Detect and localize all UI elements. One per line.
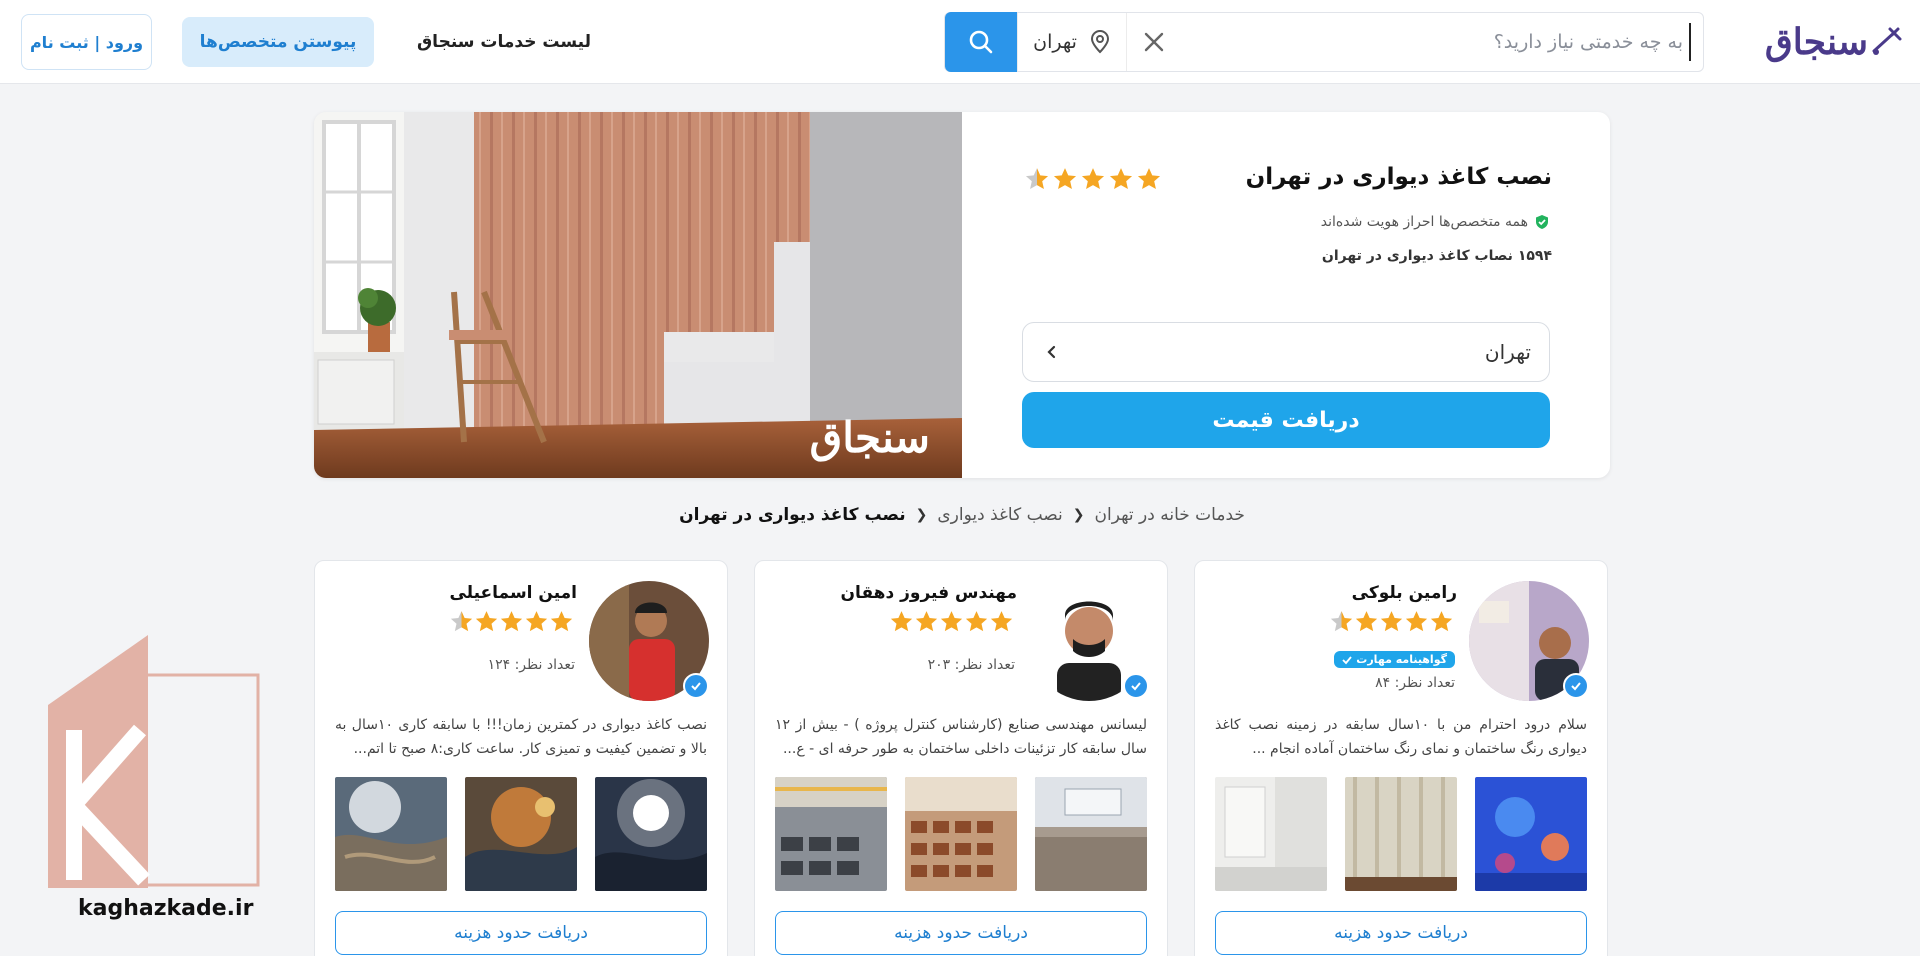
star-icon — [1405, 611, 1428, 632]
breadcrumb-item[interactable]: خدمات خانه در تهران — [1094, 505, 1244, 525]
city-select-value: تهران — [1484, 340, 1531, 364]
portfolio-photos — [775, 777, 1147, 891]
city-label: تهران — [1033, 31, 1077, 53]
portfolio-photos — [1215, 777, 1587, 891]
shield-check-icon — [1536, 215, 1548, 229]
search-button[interactable] — [945, 12, 1017, 72]
hero-image-watermark: سنجاق — [810, 413, 930, 462]
star-icon — [990, 611, 1013, 632]
expert-name[interactable]: رامین بلوکی — [1352, 583, 1457, 603]
expert-card[interactable]: امین اسماعیلی تعداد نظر: ۱۲۴ نصب کاغذ دی… — [314, 560, 728, 956]
chevron-left-icon: ❮ — [1072, 507, 1085, 523]
verified-badge-icon — [1563, 673, 1589, 699]
expert-rating — [449, 609, 577, 634]
city-select[interactable]: تهران — [1022, 322, 1550, 382]
search-input[interactable] — [1181, 23, 1691, 61]
portfolio-photos — [335, 777, 707, 891]
get-cost-button[interactable]: دریافت حدود هزینه — [775, 911, 1147, 955]
star-icon — [1430, 611, 1453, 632]
star-icon — [500, 611, 523, 632]
expert-description: سلام درود احترام من با ۱۰سال سابقه در زم… — [1215, 717, 1587, 757]
portfolio-photo[interactable] — [1215, 777, 1327, 891]
expert-card[interactable]: رامین بلوکی گواهینامه مهارت تعداد نظر: ۸… — [1194, 560, 1608, 956]
portfolio-photo[interactable] — [465, 777, 577, 891]
hero-rating — [1024, 166, 1162, 196]
star-icon — [1355, 611, 1378, 632]
logo-text: سنجاق — [1764, 21, 1868, 63]
expert-rating — [1329, 609, 1457, 634]
close-icon — [1144, 32, 1164, 52]
breadcrumb-current: نصب کاغذ دیواری در تهران — [679, 505, 906, 525]
get-cost-button[interactable]: دریافت حدود هزینه — [335, 911, 707, 955]
star-icon — [1136, 166, 1162, 196]
chevron-left-icon: ❮ — [915, 507, 928, 523]
expert-card[interactable]: مهندس فیروز دهقان تعداد نظر: ۲۰۳ لیسانس … — [754, 560, 1168, 956]
badge-label: گواهینامه مهارت — [1356, 653, 1447, 666]
site-logo[interactable]: سنجاق — [1748, 18, 1904, 66]
portfolio-photo[interactable] — [775, 777, 887, 891]
experts-count: ۱۵۹۴ نصاب کاغذ دیواری در تهران — [1321, 248, 1552, 264]
star-half-icon — [450, 611, 473, 632]
search-bar: تهران — [944, 12, 1704, 72]
star-icon — [965, 611, 988, 632]
breadcrumb-item[interactable]: نصب کاغذ دیواری — [937, 505, 1062, 525]
portfolio-photo[interactable] — [905, 777, 1017, 891]
star-icon — [890, 611, 913, 632]
portfolio-photo[interactable] — [335, 777, 447, 891]
portfolio-photo[interactable] — [1475, 777, 1587, 891]
star-icon — [475, 611, 498, 632]
location-pin-icon — [1090, 30, 1109, 54]
review-count: تعداد نظر: ۲۰۳ — [927, 657, 1015, 673]
star-icon — [525, 611, 548, 632]
chevron-left-icon — [1047, 345, 1056, 359]
page-title: نصب کاغذ دیواری در تهران — [1245, 164, 1552, 190]
expert-rating — [889, 609, 1017, 634]
skill-certificate-badge: گواهینامه مهارت — [1334, 651, 1455, 668]
portfolio-photo[interactable] — [1345, 777, 1457, 891]
verified-badge-icon — [1123, 673, 1149, 699]
hero-card: سنجاق نصب کاغذ دیواری در تهران همه متخصص… — [314, 112, 1610, 478]
expert-name[interactable]: امین اسماعیلی — [449, 583, 577, 603]
star-icon — [1080, 166, 1106, 196]
verified-note: همه متخصص‌ها احراز هویت شده‌اند — [1321, 214, 1550, 230]
star-icon — [940, 611, 963, 632]
expert-description: لیسانس مهندسی صنایع (کارشناس کنترل پروژه… — [775, 717, 1147, 757]
verified-badge-icon — [683, 673, 709, 699]
review-count: تعداد نظر: ۱۲۴ — [487, 657, 575, 673]
star-half-icon — [1330, 611, 1353, 632]
expert-name[interactable]: مهندس فیروز دهقان — [841, 583, 1017, 603]
portfolio-photo[interactable] — [595, 777, 707, 891]
get-price-button[interactable]: دریافت قیمت — [1022, 392, 1550, 448]
kaghazkade-watermark-logo — [48, 635, 260, 888]
top-header: سنجاق تهران لیست خدمات سنج — [0, 0, 1920, 84]
review-count: تعداد نظر: ۸۴ — [1375, 675, 1455, 691]
logo-pin-icon — [1872, 27, 1902, 55]
get-cost-button[interactable]: دریافت حدود هزینه — [1215, 911, 1587, 955]
verified-text: همه متخصص‌ها احراز هویت شده‌اند — [1320, 214, 1528, 230]
star-icon — [550, 611, 573, 632]
clear-search-button[interactable] — [1139, 27, 1169, 57]
hero-image: سنجاق — [314, 112, 962, 478]
join-experts-button[interactable]: پیوستن متخصص‌ها — [182, 17, 374, 67]
login-register-button[interactable]: ورود | ثبت نام — [21, 14, 152, 70]
star-icon — [1108, 166, 1134, 196]
search-icon — [969, 30, 993, 54]
nav-services-link[interactable]: لیست خدمات سنجاق — [404, 26, 604, 58]
star-half-icon — [1024, 166, 1050, 192]
star-icon — [1380, 611, 1403, 632]
city-selector[interactable]: تهران — [1017, 13, 1127, 71]
wallpaper-room-illustration: سنجاق — [314, 112, 962, 478]
star-icon — [915, 611, 938, 632]
check-icon — [1342, 655, 1352, 664]
breadcrumb: خدمات خانه در تهران ❮ نصب کاغذ دیواری ❮ … — [314, 500, 1610, 530]
portfolio-photo[interactable] — [1035, 777, 1147, 891]
expert-description: نصب کاغذ دیواری در کمترین زمان!!! با ساب… — [335, 717, 707, 757]
watermark-text: kaghazkade.ir — [78, 896, 254, 921]
star-icon — [1052, 166, 1078, 196]
